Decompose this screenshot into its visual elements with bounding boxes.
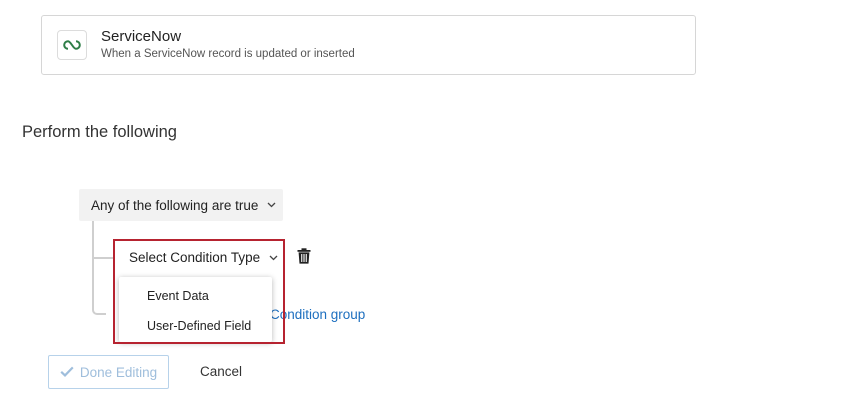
checkmark-icon: [60, 365, 74, 380]
servicenow-logo-icon: [57, 30, 87, 60]
tree-connector: [92, 221, 106, 315]
done-editing-button[interactable]: Done Editing: [48, 355, 169, 389]
trigger-subtitle: When a ServiceNow record is updated or i…: [101, 48, 355, 60]
condition-type-menu: Event Data User-Defined Field: [119, 277, 272, 342]
trigger-card: ServiceNow When a ServiceNow record is u…: [41, 15, 696, 75]
tree-branch: [92, 257, 114, 259]
match-type-dropdown[interactable]: Any of the following are true: [79, 189, 283, 221]
done-editing-label: Done Editing: [79, 364, 158, 380]
menu-item-user-defined-field[interactable]: User-Defined Field: [119, 311, 272, 341]
condition-type-label: Select Condition Type: [129, 250, 261, 265]
menu-item-event-data[interactable]: Event Data: [119, 281, 272, 311]
cancel-button[interactable]: Cancel: [200, 364, 242, 379]
section-heading: Perform the following: [22, 123, 177, 141]
trash-icon[interactable]: [297, 248, 311, 269]
chevron-down-icon: [267, 202, 276, 208]
trigger-title: ServiceNow: [101, 28, 182, 45]
match-type-label: Any of the following are true: [91, 197, 259, 213]
condition-type-dropdown[interactable]: Select Condition Type: [117, 243, 281, 272]
chevron-down-icon: [269, 255, 278, 261]
add-condition-group-link[interactable]: Condition group: [270, 307, 365, 322]
